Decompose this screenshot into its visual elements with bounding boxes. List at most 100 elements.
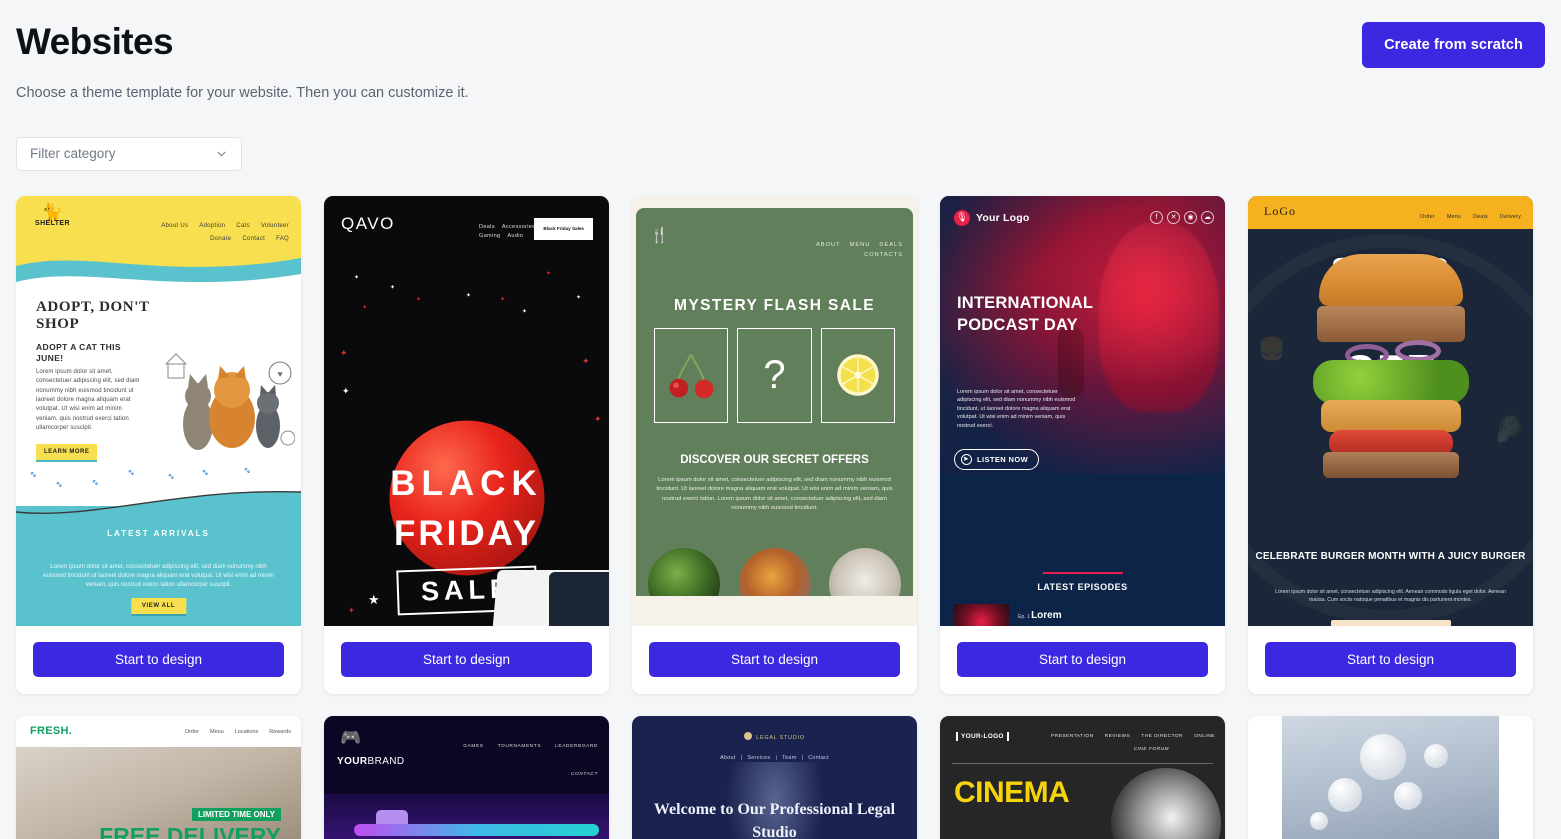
- tile-cherries: [654, 327, 729, 423]
- podcast-episode-thumb: [954, 603, 1009, 626]
- gaming-nav: GAMES TOURNAMENTS LEADERBOARD: [463, 743, 598, 749]
- podcast-host-photo: [1099, 221, 1219, 412]
- burger-nav: Order Menu Deals Delivery: [1420, 213, 1521, 220]
- gaming-logo: YOURBRAND: [337, 755, 405, 767]
- start-to-design-button[interactable]: Start to design: [33, 641, 284, 677]
- black-friday-preview: QAVO Deals Accessories Gaming Audio Black …: [324, 195, 609, 626]
- black-friday-sales-badge: Black Friday Sales: [534, 217, 593, 240]
- template-card[interactable]: 🐈 SHELTER About Us Adoption Cats Volunteer D…: [16, 195, 301, 694]
- listen-now-label: LISTEN NOW: [977, 454, 1029, 464]
- template-card[interactable]: LoGo OrderMenuDealsDelivery SUPER BUR GE…: [1248, 195, 1533, 694]
- cloud-icon: ☁: [1201, 210, 1214, 224]
- burger-top-bun: [1318, 253, 1463, 306]
- mystery-section-body: Lorem ipsum dolor sit amet, consectetuer…: [656, 476, 893, 512]
- cinema-headline: CINEMA: [954, 775, 1070, 809]
- shelter-nav: About Us Adoption Cats Volunteer Donate Cont…: [161, 222, 289, 242]
- template-card[interactable]: QAVO Deals Accessories Gaming Audio Black …: [324, 195, 609, 694]
- template-thumbnail[interactable]: 🎙 Your Logo f ✕ ◉ ☁ INTERNATIONAL PODCAS…: [940, 195, 1225, 626]
- shelter-cats-image: ♥: [160, 346, 296, 456]
- fresh-headline: FREE DELIVERY: [99, 822, 281, 839]
- podcast-preview: 🎙 Your Logo f ✕ ◉ ☁ INTERNATIONAL PODCAS…: [940, 195, 1225, 626]
- burger-bottom-patty: [1322, 451, 1459, 478]
- shelter-heading: ADOPT, DON'T SHOP: [36, 298, 150, 332]
- interior-designer-preview: John Doe INTERIOR DESIGNER: [1248, 715, 1533, 839]
- burger-leaf-doodle-icon: 🥬: [1492, 413, 1525, 444]
- mystery-tiles: ?: [654, 327, 895, 423]
- episode-prefix: Ep. 1: [1018, 613, 1030, 620]
- listen-now-button: ▶ LISTEN NOW: [954, 448, 1040, 470]
- start-to-design-button[interactable]: Start to design: [341, 641, 592, 677]
- template-grid: 🐈 SHELTER About Us Adoption Cats Volunteer D…: [16, 195, 1545, 839]
- template-thumbnail[interactable]: QAVO Deals Accessories Gaming Audio Black …: [324, 195, 609, 626]
- podcast-episode-info: Ep. 1 Lorem: [1018, 610, 1062, 621]
- shelter-view-all-button: VIEW ALL: [130, 597, 187, 616]
- start-to-design-button[interactable]: Start to design: [1265, 641, 1516, 677]
- qavo-logo: QAVO: [341, 213, 395, 233]
- template-card[interactable]: YOUR-LOGO PRESENTATION REVIEWS THE DIRECTO…: [940, 715, 1225, 839]
- cinema-nav-secondary: CINE FORUM: [1133, 746, 1169, 752]
- burger-image: [1311, 253, 1471, 509]
- template-card[interactable]: 🍴 ABOUT MENU DEALS CONTACTS MYSTERY FLASH …: [632, 195, 917, 694]
- shelter-subheading: ADOPT A CAT THIS JUNE!: [36, 341, 121, 363]
- podcast-body: Lorem ipsum dolor sit amet, consectetuer…: [957, 388, 1076, 430]
- start-to-design-button[interactable]: Start to design: [649, 641, 900, 677]
- tile-lemon: [820, 327, 895, 423]
- template-card[interactable]: 🎙 Your Logo f ✕ ◉ ☁ INTERNATIONAL PODCAS…: [940, 195, 1225, 694]
- shelter-body: Lorem ipsum dolor sit amet, consectetuer…: [36, 368, 140, 432]
- template-thumbnail[interactable]: 🐈 SHELTER About Us Adoption Cats Volunteer D…: [16, 195, 301, 626]
- filter-bar: Filter category: [16, 136, 1545, 171]
- filter-category-placeholder: Filter category: [30, 146, 116, 162]
- cinema-preview: YOUR-LOGO PRESENTATION REVIEWS THE DIRECTO…: [940, 715, 1225, 839]
- gaming-brand-preview: 🎮 YOURBRAND GAMES TOURNAMENTS LEADERBOARD …: [324, 715, 609, 839]
- shelter-learn-more-button: LEARN MORE: [36, 443, 98, 462]
- podcast-divider: [1042, 571, 1123, 575]
- template-card[interactable]: 🎮 YOURBRAND GAMES TOURNAMENTS LEADERBOARD …: [324, 715, 609, 839]
- legal-studio-preview: LEGAL STUDIO About | Services | Team | Contact…: [632, 715, 917, 839]
- mystery-section-title: DISCOVER OUR SECRET OFFERS: [680, 453, 869, 466]
- legal-heading: Welcome to Our Professional Legal Studio: [653, 800, 896, 839]
- shelter-section-body: Lorem ipsum dolor sit amet, consectetuer…: [43, 563, 274, 588]
- play-icon: ▶: [961, 453, 972, 465]
- legal-logo: LEGAL STUDIO: [632, 731, 917, 741]
- filter-category-select[interactable]: Filter category: [16, 136, 242, 171]
- template-thumbnail[interactable]: 🎮 YOURBRAND GAMES TOURNAMENTS LEADERBOARD …: [324, 715, 609, 839]
- template-card[interactable]: FRESH. Order Menu Locations Rewards LIMITED…: [16, 715, 301, 839]
- facebook-icon: f: [1150, 210, 1163, 224]
- template-thumbnail[interactable]: LoGo OrderMenuDealsDelivery SUPER BUR GE…: [1248, 195, 1533, 626]
- template-thumbnail[interactable]: 🍴 ABOUT MENU DEALS CONTACTS MYSTERY FLASH …: [632, 195, 917, 626]
- cinema-divider: [952, 762, 1213, 764]
- podcast-heading: INTERNATIONAL PODCAST DAY: [957, 293, 1093, 334]
- burger-doodle-icon: 🍔: [1258, 335, 1286, 361]
- card-footer: Start to design: [1248, 625, 1533, 694]
- black-friday-headline-2: FRIDAY: [393, 513, 540, 553]
- fresh-logo: FRESH.: [30, 724, 73, 737]
- burger-cta-button: [1330, 619, 1451, 626]
- console-image-dark: [549, 571, 609, 626]
- template-thumbnail[interactable]: LEGAL STUDIO About | Services | Team | Contact…: [632, 715, 917, 839]
- card-footer: Start to design: [632, 625, 917, 694]
- burger-logo: LoGo: [1264, 203, 1296, 218]
- burger-section-title: CELEBRATE BURGER MONTH WITH A JUICY BURG…: [1255, 550, 1526, 562]
- burger-middle-bun: [1320, 399, 1461, 432]
- mystery-heading: MYSTERY FLASH SALE: [674, 296, 875, 314]
- mic-logo-icon: 🎙: [954, 209, 970, 226]
- film-reel-image: [1111, 767, 1221, 839]
- create-from-scratch-button[interactable]: Create from scratch: [1362, 22, 1545, 68]
- fresh-nav: Order Menu Locations Rewards: [184, 728, 291, 735]
- start-to-design-button[interactable]: Start to design: [957, 641, 1208, 677]
- mystery-bottom-band: [632, 595, 917, 626]
- template-thumbnail[interactable]: John Doe INTERIOR DESIGNER: [1248, 715, 1533, 839]
- template-thumbnail[interactable]: FRESH. Order Menu Locations Rewards LIMITED…: [16, 715, 301, 839]
- fresh-limited-tag: LIMITED TIME ONLY: [191, 807, 281, 821]
- card-footer: Start to design: [324, 625, 609, 694]
- page-header: Websites Choose a theme template for you…: [16, 0, 1545, 101]
- template-card[interactable]: LEGAL STUDIO About | Services | Team | Contact…: [632, 715, 917, 839]
- burger-lettuce: [1312, 359, 1469, 404]
- tile-question: ?: [737, 327, 812, 423]
- interior-photo: [1282, 715, 1499, 839]
- template-card[interactable]: John Doe INTERIOR DESIGNER Start to desi…: [1248, 715, 1533, 839]
- gamepad-icon: 🎮: [340, 727, 362, 747]
- template-thumbnail[interactable]: YOUR-LOGO PRESENTATION REVIEWS THE DIRECTO…: [940, 715, 1225, 839]
- page-subtitle: Choose a theme template for your website…: [16, 84, 469, 101]
- page-title: Websites: [16, 21, 174, 62]
